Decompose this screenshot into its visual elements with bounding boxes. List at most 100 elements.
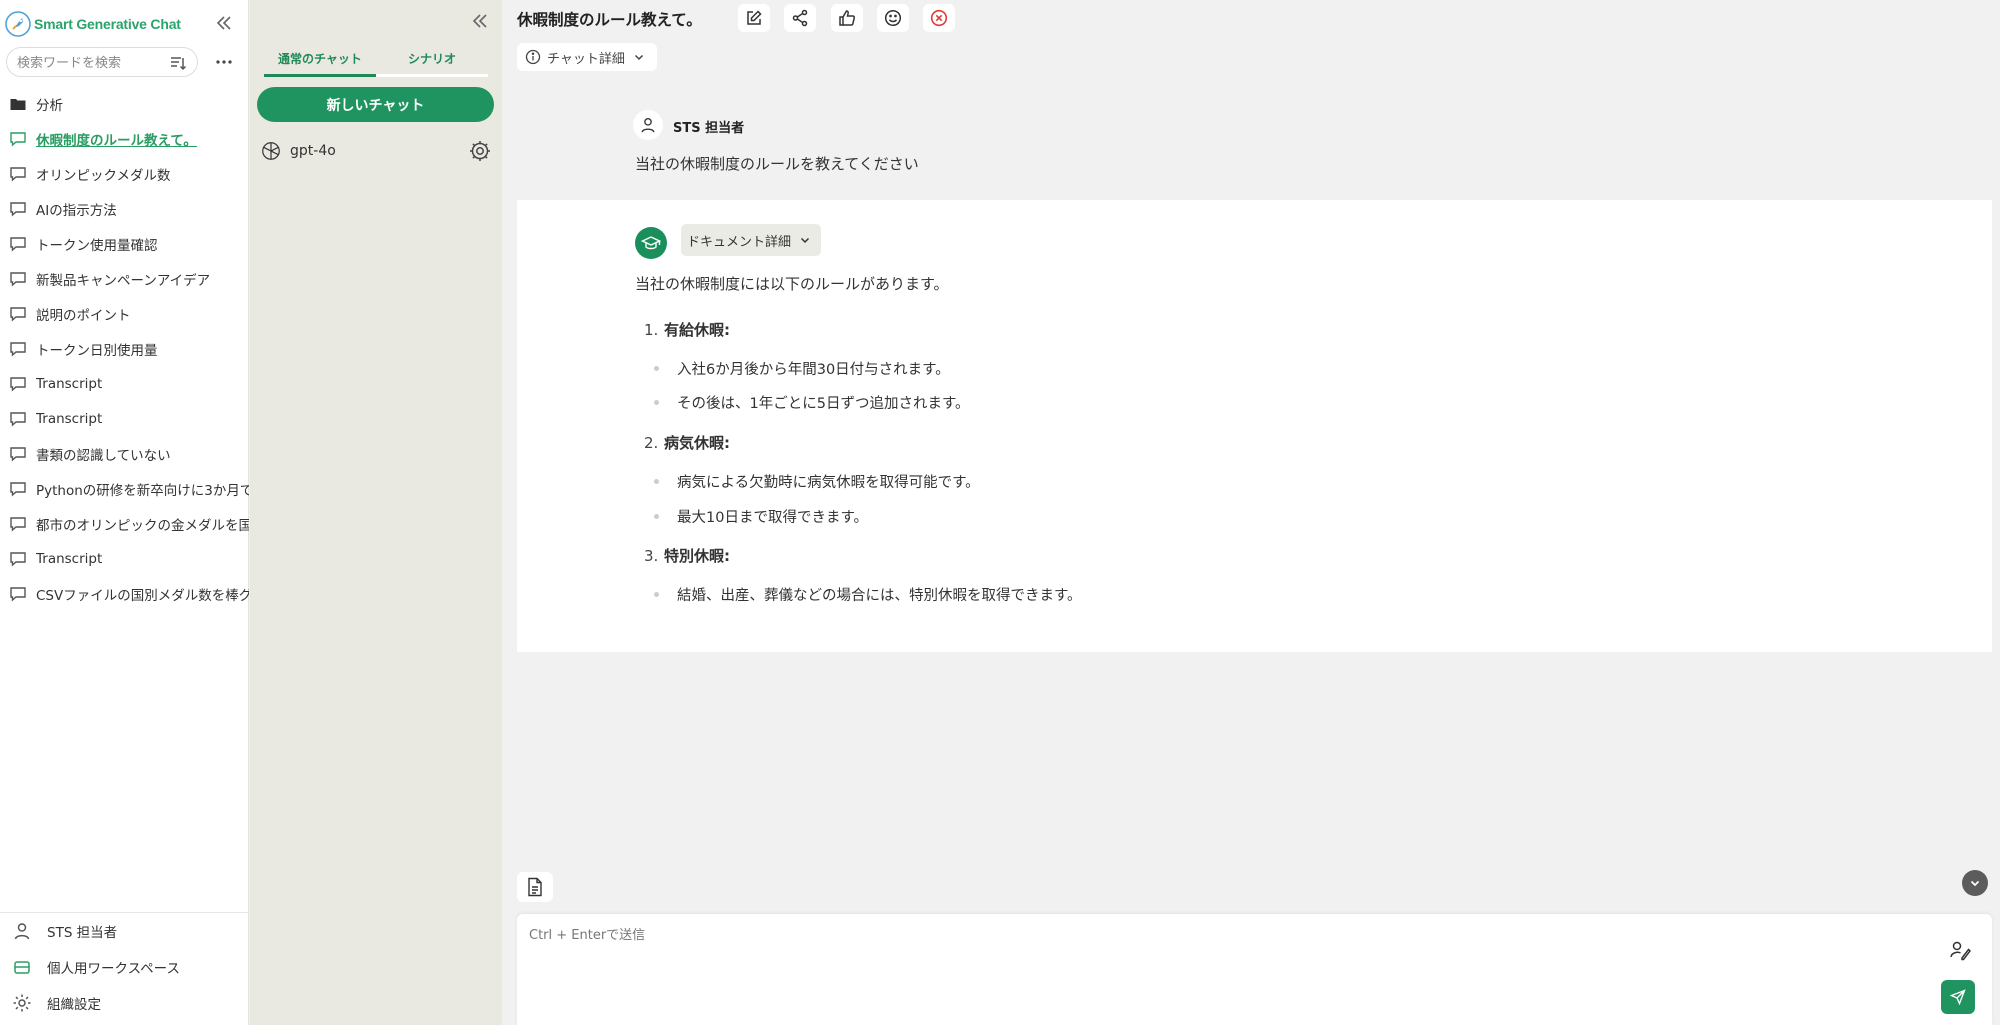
chat-bubble-icon	[10, 516, 26, 532]
sidebar-item-label: トークン使用量確認	[36, 237, 158, 254]
sidebar-item-label: CSVファイルの国別メダル数を棒グ	[36, 587, 249, 604]
sort-icon[interactable]	[169, 54, 187, 72]
brand[interactable]: Smart Generative Chat	[4, 8, 181, 40]
model-name: gpt-4o	[290, 143, 336, 159]
workspace-label: 個人用ワークスペース	[47, 961, 180, 977]
workspace-menu[interactable]: 個人用ワークスペース	[0, 949, 249, 985]
model-settings-gear-icon[interactable]	[468, 139, 492, 163]
chat-detail-dropdown[interactable]: チャット詳細	[517, 43, 657, 71]
chat-bubble-icon	[10, 341, 26, 357]
user-message-text: 当社の休暇制度のルールを教えてください	[635, 155, 919, 173]
more-options-button[interactable]	[212, 50, 236, 74]
document-detail-label: ドキュメント詳細	[687, 234, 792, 250]
assistant-avatar	[635, 227, 667, 259]
sidebar: Smart Generative Chat 分析休暇制度のルール教えて。オリンピ…	[0, 0, 249, 1025]
sidebar-chat-item[interactable]: Transcript	[0, 366, 249, 401]
chat-bubble-icon	[10, 306, 26, 322]
user-message: STS 担当者 当社の休暇制度のルールを教えてください	[503, 100, 1990, 198]
brand-text: Smart Generative Chat	[34, 16, 181, 32]
sidebar-item-label: 都市のオリンピックの金メダルを国	[36, 517, 249, 534]
bullet-item: 入社6か月後から年間30日付与されます。	[654, 358, 950, 379]
section-title: 有給休暇:	[664, 321, 730, 339]
sidebar-item-label: 新製品キャンペーンアイデア	[36, 272, 211, 289]
sidebar-chat-item[interactable]: 書類の認識していない	[0, 436, 249, 471]
chat-bubble-icon	[10, 271, 26, 287]
sidebar-item-label: AIの指示方法	[36, 202, 117, 219]
graduation-cap-icon	[641, 236, 661, 250]
send-button[interactable]	[1941, 980, 1975, 1014]
gear-icon	[13, 994, 31, 1012]
sidebar-chat-item[interactable]: 説明のポイント	[0, 296, 249, 331]
org-settings-menu[interactable]: 組織設定	[0, 985, 249, 1021]
sidebar-bottom: STS 担当者 個人用ワークスペース 組織設定	[0, 912, 249, 1021]
bullet-item: 病気による欠勤時に病気休暇を取得可能です。	[654, 471, 980, 492]
chat-bubble-icon	[10, 481, 26, 497]
delete-chat-button[interactable]	[923, 4, 955, 32]
sidebar-folder[interactable]: 分析	[0, 86, 249, 121]
workspace-icon	[14, 961, 30, 974]
collapse-sidebar-icon[interactable]	[214, 14, 234, 32]
emoji-feedback-button[interactable]	[877, 4, 909, 32]
rocket-logo-icon	[5, 11, 31, 37]
sidebar-chat-item[interactable]: Transcript	[0, 401, 249, 436]
model-selector[interactable]: gpt-4o	[260, 137, 492, 165]
search-input[interactable]	[17, 53, 157, 73]
sidebar-chat-item[interactable]: Transcript	[0, 541, 249, 576]
user-name-label: STS 担当者	[47, 925, 118, 941]
chat-bubble-icon	[10, 376, 26, 392]
chat-detail-label: チャット詳細	[547, 51, 625, 67]
attach-file-button[interactable]	[517, 872, 553, 902]
sidebar-chat-item[interactable]: トークン日別使用量	[0, 331, 249, 366]
bullet-item: 結婚、出産、葬儀などの場合には、特別休暇を取得できます。	[654, 584, 1082, 605]
mode-tabs: 通常のチャット シナリオ	[264, 45, 488, 77]
sidebar-item-label: 休暇制度のルール教えて。	[36, 132, 197, 149]
chat-bubble-icon	[10, 201, 26, 217]
scroll-to-bottom-button[interactable]	[1962, 870, 1988, 896]
info-icon	[525, 49, 541, 65]
bullet-item: 最大10日まで取得できます。	[654, 506, 868, 527]
new-chat-button[interactable]: 新しいチャット	[257, 87, 494, 122]
section-title: 病気休暇:	[664, 434, 730, 452]
more-dots-icon	[216, 60, 232, 64]
prompt-template-icon[interactable]	[1948, 938, 1972, 962]
sidebar-item-label: トークン日別使用量	[36, 342, 158, 359]
message-input[interactable]	[529, 924, 1909, 1004]
sidebar-chat-item[interactable]: 都市のオリンピックの金メダルを国	[0, 506, 249, 541]
document-icon	[528, 877, 542, 897]
sidebar-item-label: 書類の認識していない	[36, 447, 171, 464]
sidebar-chat-item[interactable]: トークン使用量確認	[0, 226, 249, 261]
main-chat-area: 休暇制度のルール教えて。 チャット詳細 STS 担当者 当社の休暇制度のルールを…	[503, 0, 2000, 1025]
message-composer	[517, 914, 1992, 1025]
edit-icon	[747, 10, 762, 25]
share-button[interactable]	[784, 4, 816, 32]
chat-bubble-icon	[10, 586, 26, 602]
folder-icon	[10, 98, 26, 110]
tab-normal-chat[interactable]: 通常のチャット	[264, 45, 376, 77]
sidebar-chat-item[interactable]: 新製品キャンペーンアイデア	[0, 261, 249, 296]
collapse-panel-icon[interactable]	[470, 12, 490, 30]
list-item: 1. 有給休暇:	[644, 321, 730, 339]
chat-bubble-icon	[10, 236, 26, 252]
smiley-icon	[884, 9, 902, 27]
edit-title-button[interactable]	[738, 4, 770, 32]
document-detail-dropdown[interactable]: ドキュメント詳細	[681, 224, 822, 256]
user-icon	[14, 923, 30, 940]
like-button[interactable]	[831, 4, 863, 32]
user-message-author: STS 担当者	[673, 121, 745, 136]
user-avatar	[633, 110, 663, 140]
chevron-down-icon	[634, 54, 643, 61]
list-item: 2. 病気休暇:	[644, 434, 730, 452]
sidebar-chat-item[interactable]: CSVファイルの国別メダル数を棒グ	[0, 576, 249, 611]
sidebar-chat-item[interactable]: 休暇制度のルール教えて。	[0, 121, 249, 156]
org-settings-label: 組織設定	[47, 997, 101, 1013]
chat-bubble-icon	[10, 446, 26, 462]
sidebar-chat-item[interactable]: AIの指示方法	[0, 191, 249, 226]
user-menu[interactable]: STS 担当者	[0, 913, 249, 949]
sidebar-chat-item[interactable]: オリンピックメダル数	[0, 156, 249, 191]
chat-bubble-icon	[10, 411, 26, 427]
close-circle-icon	[930, 9, 948, 27]
sidebar-chat-item[interactable]: Pythonの研修を新卒向けに3か月で	[0, 471, 249, 506]
share-icon	[792, 9, 808, 27]
tab-scenario[interactable]: シナリオ	[376, 45, 488, 77]
chat-history-list: 分析休暇制度のルール教えて。オリンピックメダル数 AIの指示方法トークン使用量確認…	[0, 86, 249, 611]
